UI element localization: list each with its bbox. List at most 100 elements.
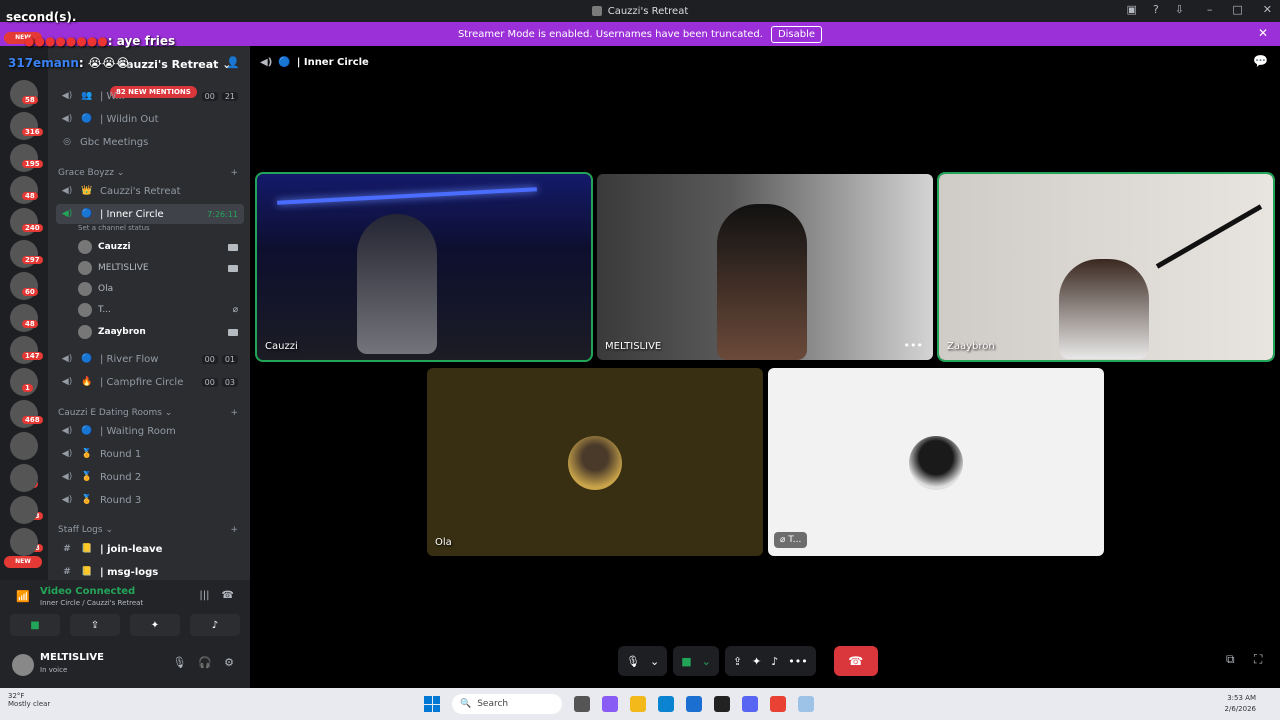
app-icon — [591, 6, 602, 16]
speaker-icon: ◀) — [61, 186, 73, 196]
channel-item[interactable]: # 📒 | join-leave — [56, 539, 244, 559]
app-icon[interactable] — [798, 696, 814, 712]
fire-icon: 🔥 — [81, 377, 93, 387]
store-icon[interactable] — [686, 696, 702, 712]
emoji-icon: 🔵 — [81, 354, 93, 364]
chat-bubble-icon[interactable]: 💬 — [1253, 54, 1268, 68]
app-icon[interactable] — [714, 696, 730, 712]
channel-label: | Wildin Out — [100, 113, 159, 125]
channel-item[interactable]: ◀) 🔵 | Wildin Out — [56, 109, 244, 129]
more-icon[interactable]: ••• — [788, 655, 807, 668]
settings-gear-icon[interactable]: ⚙ — [224, 656, 234, 669]
voice-member[interactable]: MELTISLIVE — [78, 258, 242, 278]
camera-icon[interactable]: ■ — [681, 655, 691, 668]
edge-icon[interactable] — [658, 696, 674, 712]
tile-label: Ola — [435, 537, 452, 548]
new-pill-bottom[interactable]: NEW — [4, 556, 42, 568]
activities-button[interactable]: ✦ — [130, 614, 180, 636]
category-staff[interactable]: Staff Logs ⌄ + — [58, 525, 238, 535]
avatar — [568, 436, 622, 490]
minimize-icon[interactable]: – — [1207, 3, 1213, 16]
maximize-icon[interactable]: □ — [1232, 3, 1242, 16]
windows-start-icon[interactable] — [424, 696, 440, 712]
member-name: Cauzzi — [98, 242, 131, 252]
screenshare-button[interactable]: ⇪ — [70, 614, 120, 636]
channel-item[interactable]: ◀) 🏅 Round 3 — [56, 490, 244, 510]
video-tile[interactable]: MELTISLIVE ••• — [597, 174, 933, 360]
channel-item-inner-circle[interactable]: ◀) 🔵 | Inner Circle 7:26:11 — [56, 204, 244, 224]
server-icon[interactable] — [10, 432, 38, 460]
banner-close-icon[interactable]: ✕ — [1258, 26, 1268, 40]
add-channel-icon[interactable]: + — [230, 408, 238, 418]
voice-member[interactable]: T... ⌀ — [78, 300, 242, 320]
mic-icon[interactable]: 🎙 — [172, 656, 186, 669]
channel-item[interactable]: ◀) 🔵 | Waiting Room — [56, 421, 244, 441]
popout-icon[interactable]: ⧉ — [1226, 652, 1235, 667]
soundboard-icon[interactable]: ♪ — [771, 655, 778, 668]
channel-item[interactable]: ◀) 👥 | W... 00 21 — [56, 86, 244, 106]
server-icon[interactable] — [10, 464, 38, 492]
channel-label: Round 1 — [100, 448, 142, 460]
chevron-down-icon[interactable]: ⌄ — [650, 655, 659, 668]
category-dating[interactable]: Cauzzi E Dating Rooms ⌄ + — [58, 408, 238, 418]
channel-item[interactable]: ◀) 👑 Cauzzi's Retreat — [56, 181, 244, 201]
server-icon[interactable] — [10, 496, 38, 524]
task-view-icon[interactable] — [574, 696, 590, 712]
video-tile[interactable]: Ola — [427, 368, 763, 556]
activities-icon[interactable]: ✦ — [752, 655, 761, 668]
server-icon[interactable] — [10, 528, 38, 556]
count-a: 00 — [201, 377, 218, 387]
video-tile[interactable]: Zaaybron — [937, 172, 1275, 362]
channel-item[interactable]: ◀) 🏅 Round 1 — [56, 444, 244, 464]
download-icon[interactable]: ⇩ — [1175, 3, 1184, 16]
more-options-icon[interactable]: ••• — [904, 339, 923, 352]
camera-icon — [228, 328, 238, 336]
headphones-icon[interactable]: 🎧 — [198, 656, 212, 669]
disable-button[interactable]: Disable — [770, 25, 823, 43]
member-name: Zaaybron — [98, 327, 146, 337]
overlay-line-1: second(s). — [6, 10, 77, 24]
screenshare-icon[interactable]: ⇪ — [733, 655, 742, 668]
video-tile[interactable]: ⌀ T... — [768, 368, 1104, 556]
disconnect-button[interactable]: ☎ — [833, 646, 878, 676]
mic-control[interactable]: 🎙 ⌄ — [618, 646, 668, 676]
disconnect-icon[interactable]: ☎ — [222, 590, 234, 601]
weather-widget[interactable]: 32°F Mostly clear — [8, 692, 50, 708]
chevron-down-icon[interactable]: ⌄ — [702, 655, 711, 668]
channel-item[interactable]: ◀) 🔥 | Campfire Circle 00 03 — [56, 372, 244, 392]
chrome-icon[interactable] — [770, 696, 786, 712]
avatar[interactable] — [12, 654, 34, 676]
taskbar-search[interactable]: 🔍 Search — [452, 694, 562, 714]
mic-icon[interactable]: 🎙 — [626, 655, 640, 668]
channel-item[interactable]: ◀) 🔵 | River Flow 00 01 — [56, 349, 244, 369]
camera-control[interactable]: ■ ⌄ — [673, 646, 719, 676]
category-grace[interactable]: Grace Boyzz ⌄ + — [58, 168, 238, 178]
channel-item[interactable]: ◀) 🏅 Round 2 — [56, 467, 244, 487]
channel-item[interactable]: ◎ Gbc Meetings — [56, 132, 244, 152]
search-label: Search — [477, 699, 509, 709]
emoji-icon: 🔵 — [81, 426, 93, 436]
close-window-icon[interactable]: ✕ — [1263, 3, 1272, 16]
inbox-icon[interactable]: ▣ — [1127, 3, 1137, 16]
add-channel-icon[interactable]: + — [230, 168, 238, 178]
clock[interactable]: 3:53 AM 2/6/2026 — [1225, 693, 1256, 715]
file-explorer-icon[interactable] — [630, 696, 646, 712]
soundboard-button[interactable]: ♪ — [190, 614, 240, 636]
tile-label-text: T... — [788, 535, 802, 545]
channel-item[interactable]: # 📒 | msg-logs — [56, 562, 244, 580]
channel-status[interactable]: Set a channel status — [78, 224, 150, 232]
voice-member[interactable]: Cauzzi — [78, 237, 242, 257]
discord-icon[interactable] — [742, 696, 758, 712]
medal-icon: 🏅 — [81, 495, 93, 505]
noise-suppression-icon[interactable]: ||| — [199, 590, 209, 601]
copilot-icon[interactable] — [602, 696, 618, 712]
voice-member[interactable]: Zaaybron — [78, 322, 242, 342]
add-channel-icon[interactable]: + — [230, 525, 238, 535]
fullscreen-icon[interactable]: ⛶ — [1254, 652, 1262, 667]
camera-button[interactable]: ■ — [10, 614, 60, 636]
channel-label: | W... — [100, 90, 125, 102]
voice-member[interactable]: Ola — [78, 279, 242, 299]
help-icon[interactable]: ? — [1153, 3, 1159, 16]
video-tile[interactable]: Cauzzi — [255, 172, 593, 362]
voice-channel-link[interactable]: Inner Circle / Cauzzi's Retreat — [40, 599, 143, 607]
